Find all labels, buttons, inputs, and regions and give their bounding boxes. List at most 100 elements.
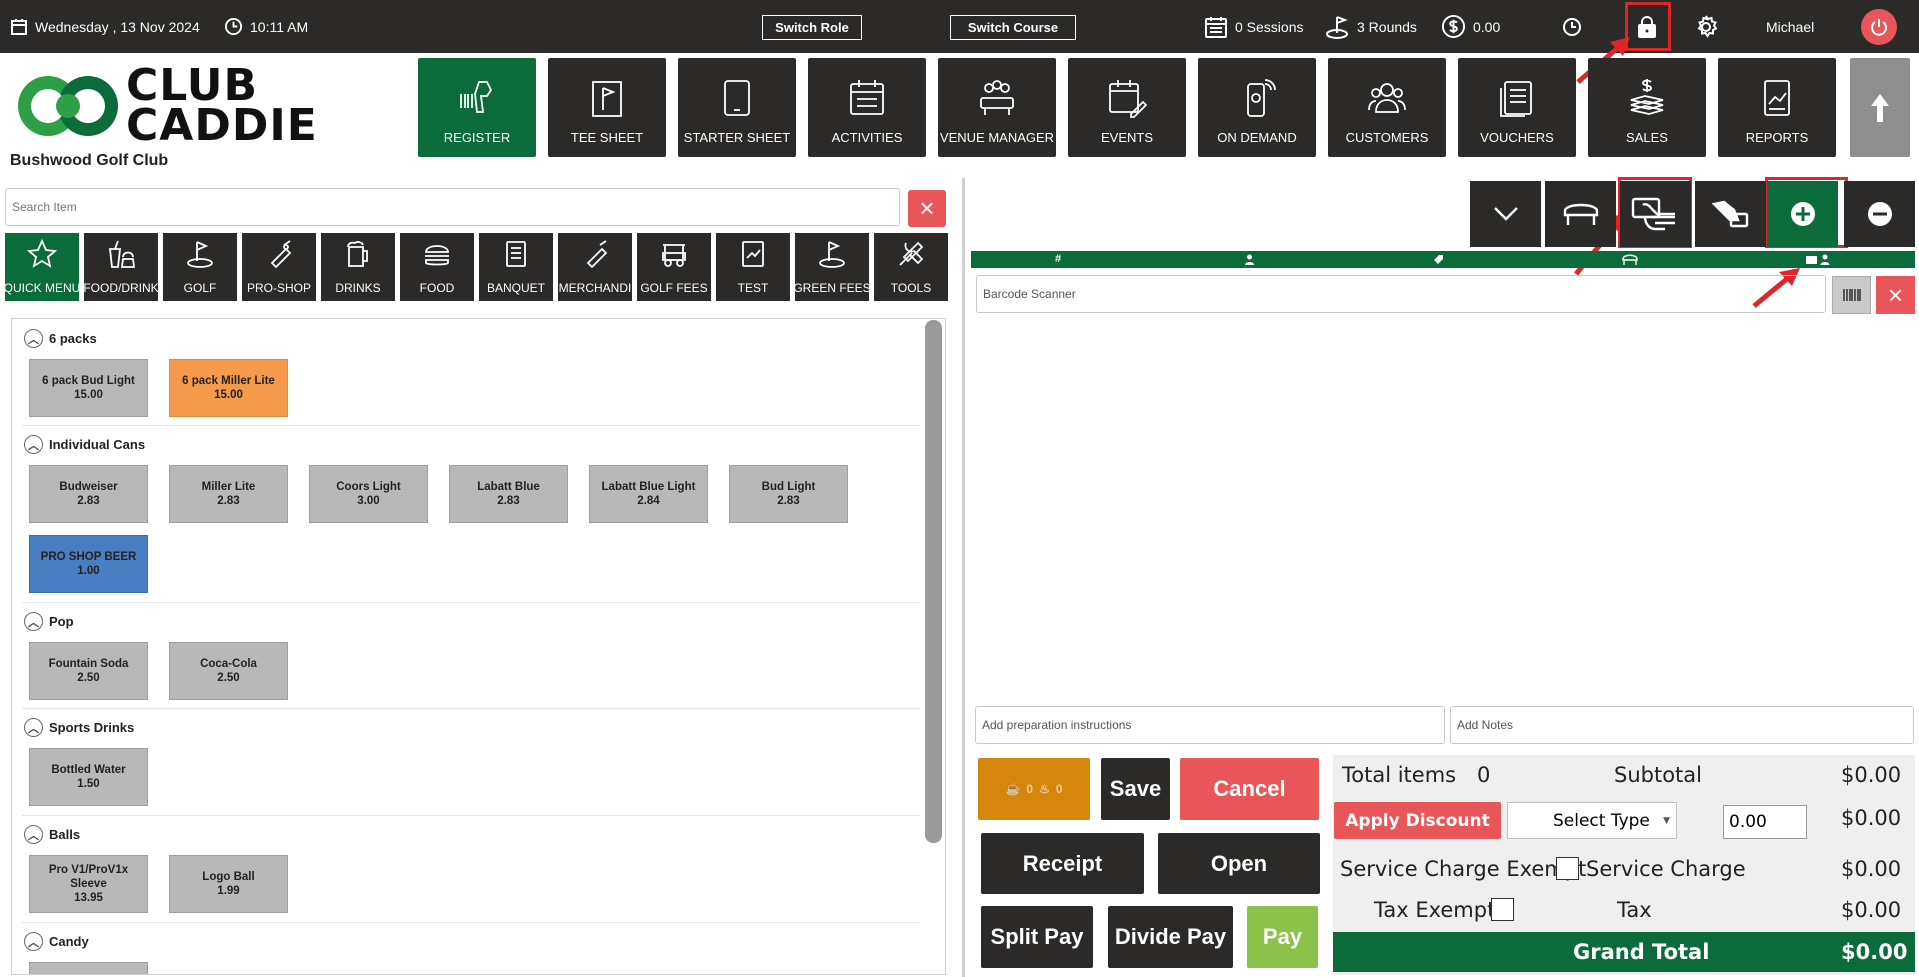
balance-display[interactable]: 0.00	[1441, 0, 1500, 53]
clear-barcode-button[interactable]: ×	[1876, 276, 1915, 314]
nav-vouchers[interactable]: VOUCHERS	[1458, 58, 1576, 157]
hand-card-button[interactable]	[1695, 181, 1766, 247]
item-price: 1.50	[77, 778, 100, 790]
nav-tee-sheet[interactable]: TEE SHEET	[548, 58, 666, 157]
tax-exempt-label: Tax Exempt	[1374, 898, 1496, 922]
customers-icon	[1368, 83, 1406, 113]
item-button[interactable]: Bottled Water 1.50	[29, 748, 148, 806]
date-display: Wednesday , 13 Nov 2024	[10, 0, 200, 53]
tools-icon	[899, 241, 924, 266]
calendar-icon	[11, 18, 27, 35]
category-merchandise[interactable]: MERCHANDI	[558, 233, 632, 301]
sessions-link[interactable]: 0 Sessions	[1204, 0, 1303, 53]
section-header-candy[interactable]: ︿ Candy	[24, 932, 89, 951]
notes-input[interactable]: Add Notes	[1450, 706, 1914, 744]
switch-role-button[interactable]: Switch Role	[762, 15, 862, 40]
gear-icon[interactable]	[1693, 14, 1719, 40]
switch-course-button[interactable]: Switch Course	[950, 15, 1076, 40]
section-header-6-packs[interactable]: ︿ 6 packs	[24, 329, 97, 348]
kitchen-status-button[interactable]: ☕ 0 ♨ 0	[978, 758, 1090, 820]
search-input[interactable]: Search Item	[5, 188, 900, 226]
category-golf[interactable]: GOLF	[163, 233, 237, 301]
item-button[interactable]: Coors Light 3.00	[309, 465, 428, 523]
item-button[interactable]	[29, 962, 148, 974]
item-button[interactable]: Fountain Soda 2.50	[29, 642, 148, 700]
item-button[interactable]: Budweiser 2.83	[29, 465, 148, 523]
nav-activities[interactable]: ACTIVITIES	[808, 58, 926, 157]
drink-count: 0	[1026, 782, 1034, 796]
item-button[interactable]: Labatt Blue Light 2.84	[589, 465, 708, 523]
item-button[interactable]: Logo Ball 1.99	[169, 855, 288, 913]
remove-button[interactable]	[1844, 181, 1915, 247]
category-quick-menu[interactable]: QUICK MENU	[5, 233, 79, 301]
item-button[interactable]: PRO SHOP BEER 1.00	[29, 535, 148, 593]
nav-venue-manager[interactable]: VENUE MANAGER	[938, 58, 1056, 157]
nav-register[interactable]: REGISTER	[418, 58, 536, 157]
section-divider	[22, 708, 920, 709]
discount-amount-input[interactable]: 0.00	[1723, 805, 1807, 839]
item-button[interactable]: Labatt Blue 2.83	[449, 465, 568, 523]
logo-mark-icon	[18, 76, 118, 136]
user-name[interactable]: Michael	[1766, 0, 1814, 53]
barcode-button[interactable]	[1832, 276, 1871, 314]
category-drinks[interactable]: DRINKS	[321, 233, 395, 301]
item-name: PRO SHOP BEER	[40, 551, 137, 563]
save-button[interactable]: Save	[1101, 758, 1170, 820]
barcode-scanner-input[interactable]: Barcode Scanner	[976, 275, 1826, 313]
section-header-pop[interactable]: ︿ Pop	[24, 612, 74, 631]
item-button[interactable]: 6 pack Bud Light 15.00	[29, 359, 148, 417]
nav-on-demand[interactable]: ON DEMAND	[1198, 58, 1316, 157]
add-customer-button[interactable]	[1767, 181, 1838, 247]
category-pro-shop[interactable]: PRO-SHOP	[242, 233, 316, 301]
nav-reports[interactable]: REPORTS	[1718, 58, 1836, 157]
section-header-sports-drinks[interactable]: ︿ Sports Drinks	[24, 718, 134, 737]
receipt-button[interactable]: Receipt	[981, 833, 1144, 894]
item-button[interactable]: Pro V1/ProV1x Sleeve 13.95	[29, 855, 148, 913]
category-tools[interactable]: TOOLS	[874, 233, 948, 301]
section-title: 6 packs	[49, 331, 97, 346]
nav-sales[interactable]: SALES	[1588, 58, 1706, 157]
category-golf-fees[interactable]: GOLF FEES	[637, 233, 711, 301]
cancel-button[interactable]: Cancel	[1180, 758, 1319, 820]
nav-events[interactable]: EVENTS	[1068, 58, 1186, 157]
item-button[interactable]: Coca-Cola 2.50	[169, 642, 288, 700]
apply-discount-button[interactable]: Apply Discount	[1334, 802, 1501, 839]
nav-starter-sheet[interactable]: STARTER SHEET	[678, 58, 796, 157]
item-button[interactable]: Miller Lite 2.83	[169, 465, 288, 523]
history-clock-icon[interactable]	[1562, 17, 1582, 37]
item-button[interactable]: Bud Light 2.83	[729, 465, 848, 523]
drink-icon: ☕	[1005, 782, 1021, 796]
table-button[interactable]	[1545, 181, 1616, 247]
power-button[interactable]	[1861, 9, 1897, 45]
nav-label: SALES	[1626, 130, 1668, 145]
rounds-link[interactable]: 3 Rounds	[1324, 0, 1417, 53]
clear-search-button[interactable]: ×	[908, 190, 946, 227]
scroll-up-button[interactable]	[1850, 58, 1910, 157]
pay-button[interactable]: Pay	[1247, 906, 1318, 968]
collapse-button[interactable]	[1470, 181, 1541, 247]
open-button[interactable]: Open	[1158, 833, 1320, 894]
item-name: 6 pack Miller Lite	[182, 375, 275, 387]
service-charge-exempt-checkbox[interactable]	[1556, 857, 1579, 880]
category-food-drink[interactable]: FOOD/DRINK	[84, 233, 158, 301]
nav-label: ON DEMAND	[1217, 130, 1297, 145]
discount-type-select[interactable]: Select Type ▼	[1507, 802, 1677, 839]
divide-pay-button[interactable]: Divide Pay	[1108, 906, 1233, 968]
tax-exempt-checkbox[interactable]	[1491, 898, 1514, 921]
assign-server-button[interactable]	[1620, 181, 1691, 247]
section-header-individual-cans[interactable]: ︿ Individual Cans	[24, 435, 145, 454]
item-name: Bud Light	[761, 481, 816, 493]
category-label: BANQUET	[486, 281, 545, 295]
nav-customers[interactable]: CUSTOMERS	[1328, 58, 1446, 157]
category-test[interactable]: TEST	[716, 233, 790, 301]
section-divider	[22, 922, 920, 923]
category-green-fees[interactable]: GREEN FEES	[795, 233, 869, 301]
category-banquet[interactable]: BANQUET	[479, 233, 553, 301]
category-food[interactable]: FOOD	[400, 233, 474, 301]
preparation-instructions-input[interactable]: Add preparation instructions	[975, 706, 1445, 744]
hand-card-icon	[1631, 197, 1675, 231]
item-panel-scrollbar[interactable]	[925, 320, 942, 843]
split-pay-button[interactable]: Split Pay	[981, 906, 1093, 968]
section-header-balls[interactable]: ︿ Balls	[24, 825, 80, 844]
item-button[interactable]: 6 pack Miller Lite 15.00	[169, 359, 288, 417]
